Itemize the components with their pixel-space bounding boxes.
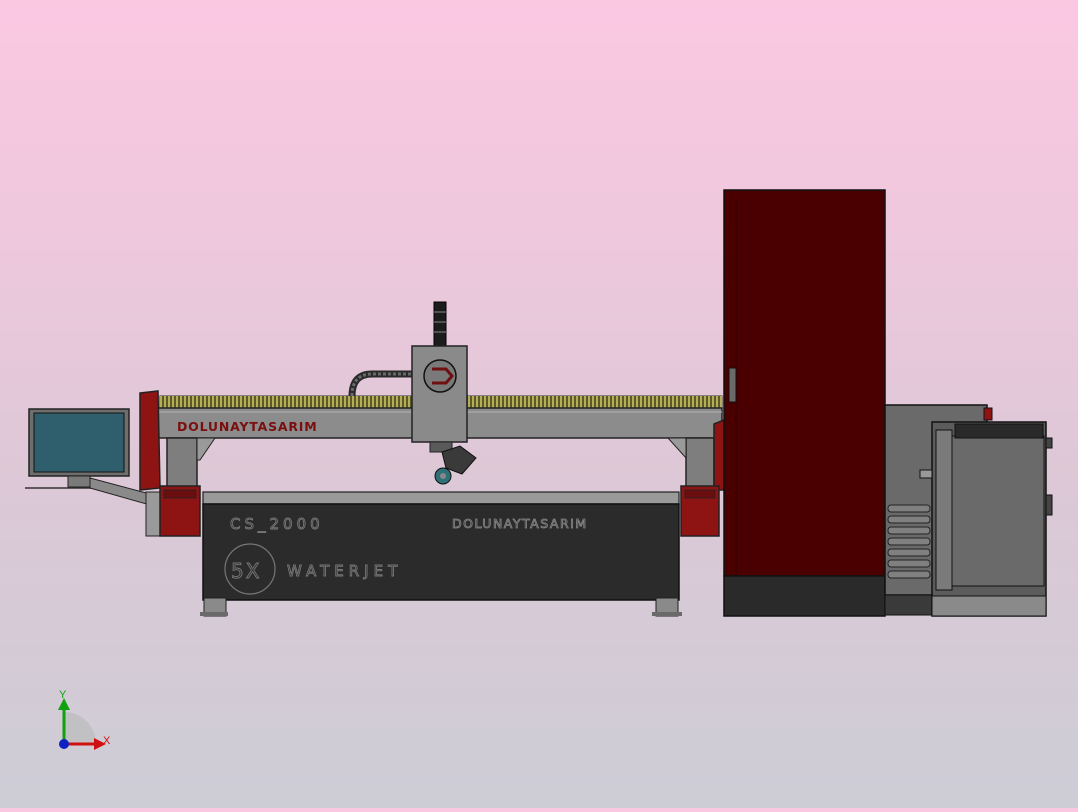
cad-viewport[interactable]: DOLUNAYTASARIM CS_2000 DOLUNAYTASARIM 5X… [0, 0, 1078, 808]
base-brand-text: DOLUNAYTASARIM [452, 516, 588, 531]
logo-mark-text: 5X [231, 559, 261, 583]
model-name-text: CS_2000 [230, 515, 324, 534]
monitor-screen [33, 412, 125, 473]
cable-chain [348, 370, 412, 397]
axis-triad: Y X [58, 689, 111, 750]
pump-unit [884, 404, 1053, 617]
y-axis-label: Y [59, 689, 67, 701]
gantry-brand-text: DOLUNAYTASARIM [177, 419, 318, 434]
product-text: WATERJET [287, 562, 402, 580]
cabinet-handle-icon [728, 367, 737, 403]
electrical-cabinet [723, 189, 886, 617]
x-axis-label: X [103, 735, 111, 747]
cutting-head [411, 301, 477, 485]
machine-model[interactable]: DOLUNAYTASARIM CS_2000 DOLUNAYTASARIM 5X… [0, 0, 1078, 808]
base-tank: CS_2000 DOLUNAYTASARIM 5X WATERJET [200, 491, 682, 617]
z-axis-dot-icon [59, 739, 69, 749]
